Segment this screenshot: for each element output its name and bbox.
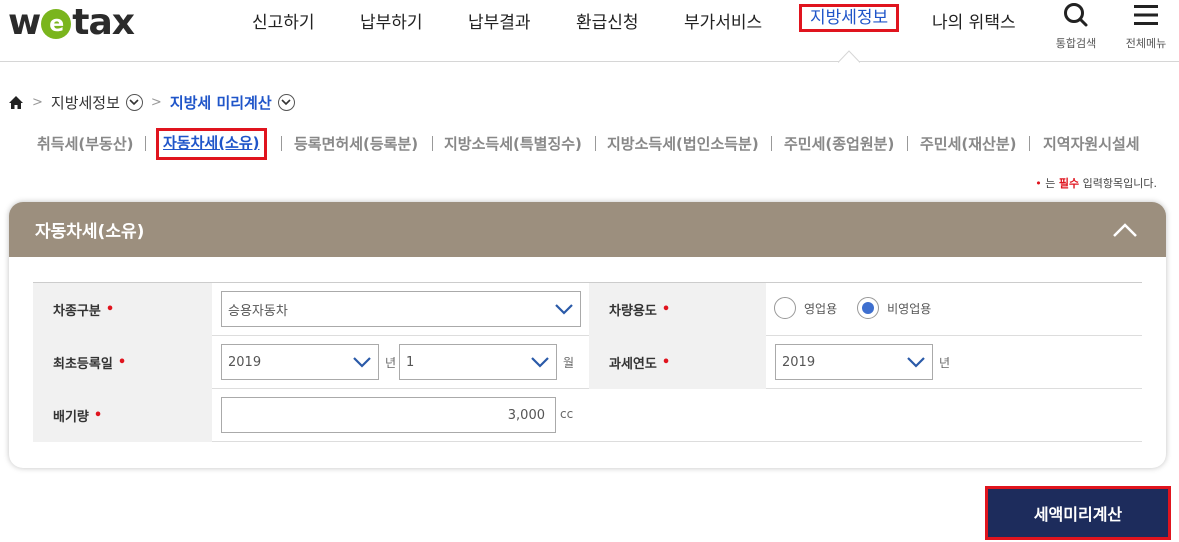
required-mark: • — [105, 302, 115, 317]
collapse-toggle-button[interactable] — [1110, 215, 1140, 245]
registration-month-value: 1 — [406, 354, 415, 370]
calculate-tax-button[interactable]: 세액미리계산 — [985, 486, 1171, 540]
tab-divider — [1029, 136, 1030, 151]
required-mark: • — [93, 408, 103, 423]
tax-year-value: 2019 — [782, 354, 816, 370]
required-mark: • — [661, 302, 671, 317]
breadcrumb: > 지방세정보 > 지방세 미리계산 — [8, 92, 295, 112]
displacement-input[interactable] — [221, 397, 556, 433]
logo-text-w: w — [8, 1, 41, 43]
gnb-item-extra-services[interactable]: 부가서비스 — [684, 8, 762, 33]
chevron-down-icon — [907, 357, 925, 368]
integrated-search-button[interactable]: 통합검색 — [1051, 2, 1101, 51]
required-field-note: • 는 필수 입력항목입니다. — [1035, 175, 1157, 191]
form-row: 배기량 • cc — [33, 389, 1142, 442]
tax-year-label: 과세연도 • — [589, 336, 766, 389]
first-registration-label-text: 최초등록일 — [53, 357, 113, 372]
chevron-down-icon — [531, 357, 549, 368]
gnb-item-my-wetax[interactable]: 나의 위택스 — [932, 8, 1016, 33]
required-note-pre: 는 — [1041, 177, 1059, 190]
gnb-item-file[interactable]: 신고하기 — [252, 8, 315, 33]
chevron-down-icon[interactable] — [125, 93, 143, 111]
full-menu-button[interactable]: 전체메뉴 — [1121, 2, 1171, 51]
home-icon[interactable] — [8, 95, 24, 110]
displacement-label: 배기량 • — [33, 389, 212, 442]
form-row: 최초등록일 • 2019 년 1 월 과세연도 • 2019 년 — [33, 336, 1142, 389]
vehicle-type-label: 차종구분 • — [33, 283, 212, 336]
tab-resident-property[interactable]: 주민세(재산분) — [920, 133, 1017, 154]
tab-divider — [907, 136, 908, 151]
logo-e-mark: e — [41, 9, 72, 39]
panel-header: 자동차세(소유) — [9, 202, 1166, 257]
required-mark: • — [117, 355, 127, 370]
tab-resident-employee[interactable]: 주민세(종업원분) — [784, 133, 894, 154]
registration-year-value: 2019 — [228, 354, 262, 370]
wetax-logo[interactable]: w e tax — [8, 0, 135, 44]
breadcrumb-level2[interactable]: 지방세 미리계산 — [170, 92, 272, 113]
registration-year-select[interactable]: 2019 — [221, 344, 379, 380]
vehicle-type-value: 승용자동차 — [228, 303, 288, 319]
tab-divider — [432, 136, 433, 151]
tax-year-select[interactable]: 2019 — [775, 344, 933, 380]
radio-noncommercial[interactable] — [857, 297, 880, 319]
displacement-unit: cc — [560, 407, 574, 421]
month-unit: 월 — [563, 356, 575, 370]
logo-text-tax: tax — [72, 1, 135, 43]
chevron-down-icon — [353, 357, 371, 368]
breadcrumb-separator-icon: > — [32, 94, 43, 110]
tab-divider — [595, 136, 596, 151]
year-unit: 년 — [385, 356, 397, 370]
required-note-post: 입력항목입니다. — [1079, 177, 1157, 190]
search-icon — [1064, 3, 1088, 27]
tab-registration-tax[interactable]: 등록면허세(등록분) — [294, 133, 418, 154]
vehicle-type-label-text: 차종구분 — [53, 304, 101, 319]
tab-local-income-withholding[interactable]: 지방소득세(특별징수) — [444, 133, 582, 154]
first-registration-label: 최초등록일 • — [33, 336, 212, 389]
vehicle-type-select[interactable]: 승용자동차 — [221, 291, 581, 327]
tab-divider — [771, 136, 772, 151]
radio-commercial[interactable] — [774, 297, 796, 319]
gnb-item-refund[interactable]: 환급신청 — [576, 8, 639, 33]
form-row: 차종구분 • 승용자동차 차량용도 • 영업용 비영업용 — [33, 283, 1142, 336]
breadcrumb-separator-icon: > — [150, 94, 162, 110]
tab-divider — [145, 136, 146, 151]
breadcrumb-level1[interactable]: 지방세정보 — [51, 92, 120, 113]
menu-label: 전체메뉴 — [1125, 37, 1167, 50]
chevron-down-icon — [555, 304, 573, 315]
search-label: 통합검색 — [1055, 37, 1097, 50]
displacement-label-text: 배기량 — [53, 410, 89, 425]
tab-regional-resource[interactable]: 지역자원시설세 — [1043, 133, 1140, 154]
tax-year-label-text: 과세연도 — [609, 357, 657, 372]
site-header: w e tax 신고하기 납부하기 납부결과 환급신청 부가서비스 지방세정보 나의… — [0, 0, 1179, 63]
chevron-down-icon[interactable] — [277, 93, 295, 111]
calc-form: 차종구분 • 승용자동차 차량용도 • 영업용 비영업용 최초등록일 • 2019 년… — [33, 282, 1142, 442]
tab-vehicle-tax-label: 자동차세(소유) — [163, 134, 260, 152]
tab-local-income-corporate[interactable]: 지방소득세(법인소득분) — [607, 133, 759, 154]
registration-month-select[interactable]: 1 — [399, 344, 557, 380]
radio-commercial-label[interactable]: 영업용 — [804, 300, 837, 317]
vehicle-use-radio-group: 영업용 비영업용 — [774, 297, 931, 319]
tab-divider — [281, 136, 282, 151]
vehicle-tax-panel: 자동차세(소유) 차종구분 • 승용자동차 차량용도 • 영업용 비영업용 최초등록… — [9, 202, 1166, 468]
vehicle-use-label: 차량용도 • — [589, 283, 766, 336]
gnb-item-local-tax-info[interactable]: 지방세정보 — [799, 4, 900, 32]
required-note-emph: 필수 — [1058, 177, 1080, 190]
required-mark: • — [661, 355, 671, 370]
tax-year-unit: 년 — [939, 356, 951, 370]
panel-title: 자동차세(소유) — [35, 222, 145, 242]
chevron-up-icon — [1113, 222, 1137, 237]
tab-vehicle-tax[interactable]: 자동차세(소유) — [156, 128, 267, 160]
tab-acquisition-tax[interactable]: 취득세(부동산) — [37, 133, 134, 154]
gnb-item-pay[interactable]: 납부하기 — [360, 8, 423, 33]
hamburger-icon — [1134, 5, 1158, 25]
gnb-item-pay-result[interactable]: 납부결과 — [468, 8, 531, 33]
vehicle-use-label-text: 차량용도 — [609, 304, 657, 319]
radio-noncommercial-label[interactable]: 비영업용 — [887, 300, 931, 317]
active-menu-caret-icon — [838, 50, 860, 63]
